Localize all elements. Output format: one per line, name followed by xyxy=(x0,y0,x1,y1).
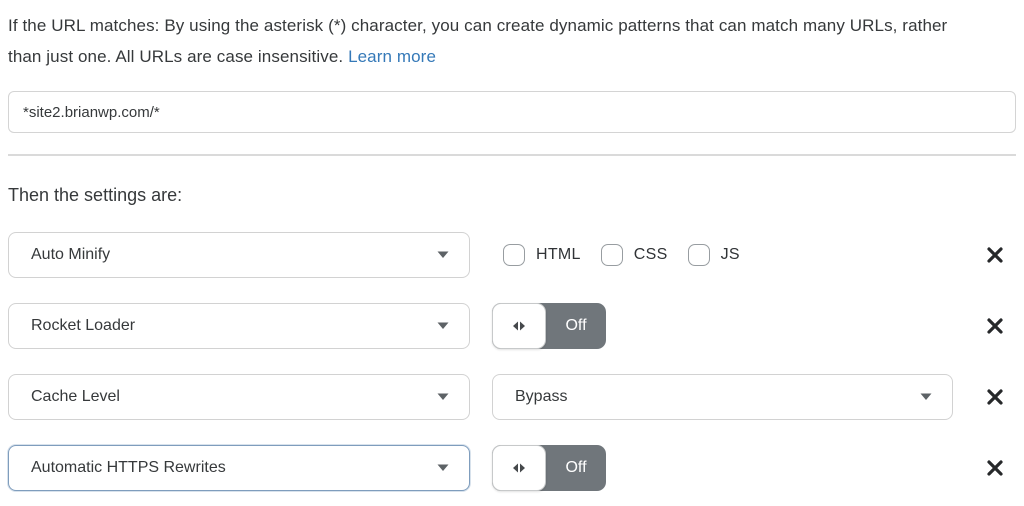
checkbox-box[interactable] xyxy=(503,244,525,266)
rocket-loader-toggle[interactable]: Off xyxy=(492,303,606,349)
value-dropdown-label: Bypass xyxy=(515,388,567,406)
chevron-down-icon xyxy=(920,393,932,401)
setting-control-area: Off xyxy=(492,303,984,349)
learn-more-link[interactable]: Learn more xyxy=(348,47,436,66)
url-pattern-input[interactable] xyxy=(8,91,1016,133)
rule-setting-row: Cache Level Bypass xyxy=(8,374,1016,420)
remove-rule-button[interactable] xyxy=(984,386,1006,408)
minify-checkbox-group: HTML CSS JS xyxy=(492,244,740,266)
setting-dropdown-rocket-loader[interactable]: Rocket Loader xyxy=(8,303,470,349)
url-match-description-text: If the URL matches: By using the asteris… xyxy=(8,16,947,66)
settings-heading: Then the settings are: xyxy=(8,184,1016,206)
left-right-arrows-icon xyxy=(511,320,527,332)
rule-setting-row: Rocket Loader Off xyxy=(8,303,1016,349)
setting-dropdown-label: Auto Minify xyxy=(31,246,110,264)
checkbox-label: HTML xyxy=(536,246,581,264)
remove-rule-button[interactable] xyxy=(984,244,1006,266)
checkbox-label: JS xyxy=(721,246,740,264)
section-divider xyxy=(8,154,1016,156)
setting-dropdown-label: Automatic HTTPS Rewrites xyxy=(31,459,226,477)
remove-rule-button[interactable] xyxy=(984,457,1006,479)
remove-rule-button[interactable] xyxy=(984,315,1006,337)
checkbox-label: CSS xyxy=(634,246,668,264)
x-icon xyxy=(985,387,1005,407)
setting-control-area: HTML CSS JS xyxy=(492,244,984,266)
rule-setting-row: Automatic HTTPS Rewrites Off xyxy=(8,445,1016,491)
rule-setting-row: Auto Minify HTML CSS JS xyxy=(8,232,1016,278)
checkbox-box[interactable] xyxy=(601,244,623,266)
setting-dropdown-label: Rocket Loader xyxy=(31,317,135,335)
setting-dropdown-auto-minify[interactable]: Auto Minify xyxy=(8,232,470,278)
setting-dropdown-cache-level[interactable]: Cache Level xyxy=(8,374,470,420)
setting-control-area: Off xyxy=(492,445,984,491)
chevron-down-icon xyxy=(437,464,449,472)
setting-control-area: Bypass xyxy=(492,374,984,420)
checkbox-html[interactable]: HTML xyxy=(503,244,581,266)
toggle-state-label: Off xyxy=(546,445,606,491)
x-icon xyxy=(985,245,1005,265)
checkbox-box[interactable] xyxy=(688,244,710,266)
left-right-arrows-icon xyxy=(511,462,527,474)
chevron-down-icon xyxy=(437,251,449,259)
automatic-https-rewrites-toggle[interactable]: Off xyxy=(492,445,606,491)
toggle-knob[interactable] xyxy=(492,445,546,491)
setting-dropdown-automatic-https-rewrites[interactable]: Automatic HTTPS Rewrites xyxy=(8,445,470,491)
x-icon xyxy=(985,458,1005,478)
chevron-down-icon xyxy=(437,322,449,330)
setting-dropdown-label: Cache Level xyxy=(31,388,120,406)
checkbox-js[interactable]: JS xyxy=(688,244,740,266)
page-rule-editor: If the URL matches: By using the asteris… xyxy=(0,10,1024,491)
url-match-description: If the URL matches: By using the asteris… xyxy=(8,10,970,72)
checkbox-css[interactable]: CSS xyxy=(601,244,668,266)
x-icon xyxy=(985,316,1005,336)
toggle-knob[interactable] xyxy=(492,303,546,349)
chevron-down-icon xyxy=(437,393,449,401)
toggle-state-label: Off xyxy=(546,303,606,349)
cache-level-value-dropdown[interactable]: Bypass xyxy=(492,374,953,420)
